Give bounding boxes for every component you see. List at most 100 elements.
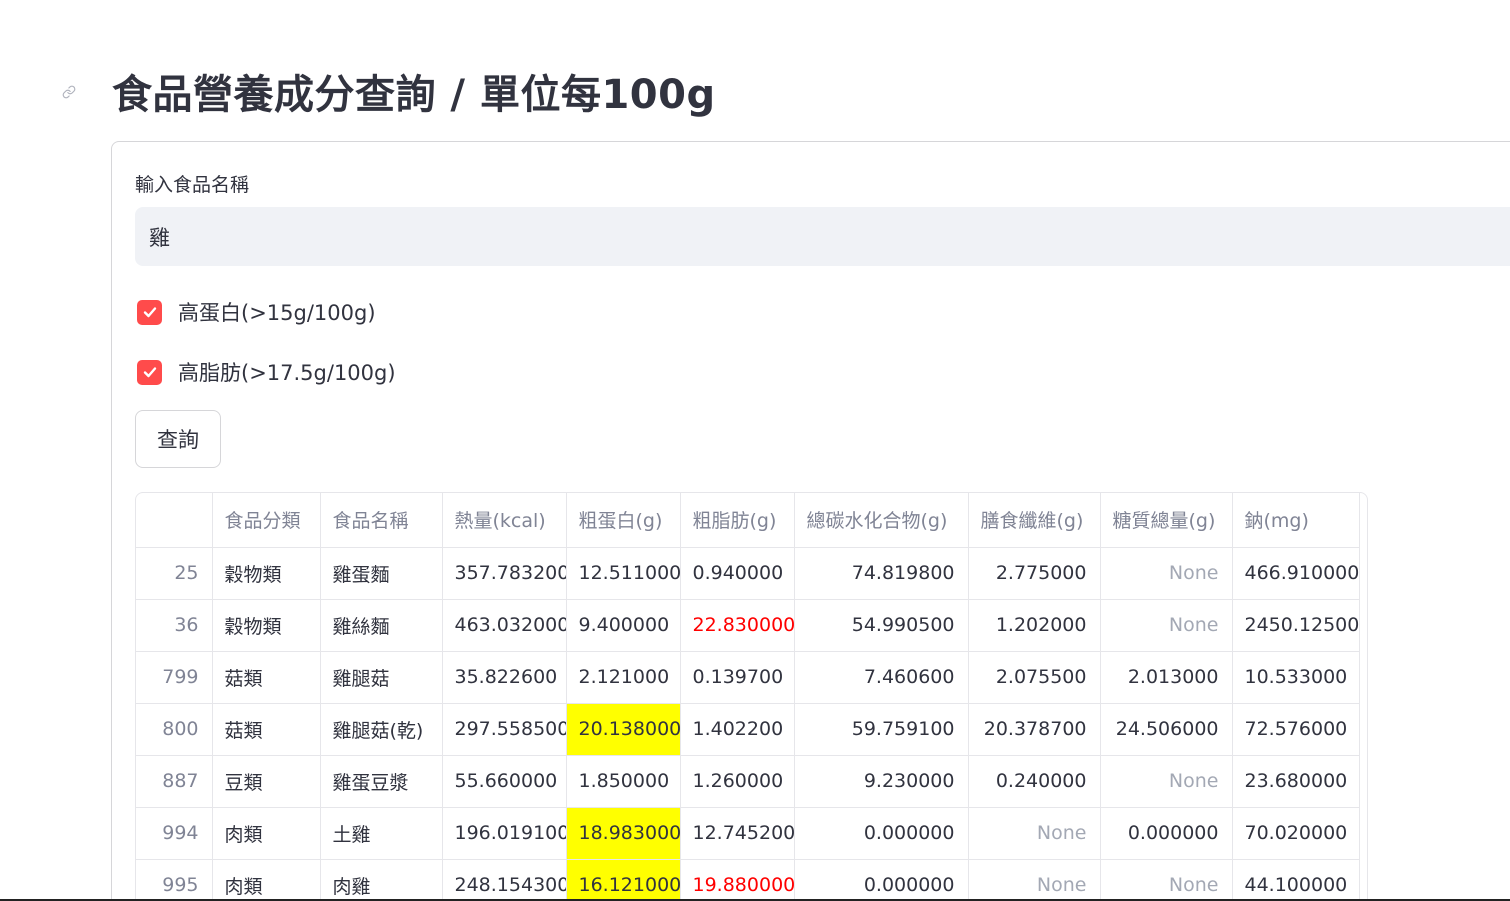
cell-fat[interactable]: 0.139700 <box>680 651 795 704</box>
high-fat-checkbox[interactable]: 高脂肪(>17.5g/100g) <box>137 357 396 387</box>
table-row: 799 菇類 雞腿菇 35.822600 2.121000 0.139700 7… <box>136 651 1360 704</box>
cell-category[interactable]: 菇類 <box>212 703 321 756</box>
cell-fat[interactable]: 22.830000 <box>680 599 795 652</box>
cell-fat[interactable]: 1.260000 <box>680 755 795 808</box>
table-row: 994 肉類 土雞 196.019100 18.983000 12.745200… <box>136 807 1360 860</box>
column-header-kcal[interactable]: 熱量(kcal) <box>442 493 567 548</box>
cell-category[interactable]: 豆類 <box>212 755 321 808</box>
cell-sugar[interactable]: None <box>1100 599 1233 652</box>
cell-carb[interactable]: 0.000000 <box>794 859 969 901</box>
cell-fiber[interactable]: 20.378700 <box>968 703 1101 756</box>
row-index: 36 <box>136 599 213 652</box>
food-name-label: 輸入食品名稱 <box>135 174 250 196</box>
cell-protein[interactable]: 1.850000 <box>566 755 681 808</box>
cell-category[interactable]: 穀物類 <box>212 599 321 652</box>
cell-name[interactable]: 雞絲麵 <box>320 599 443 652</box>
column-header-fiber[interactable]: 膳食纖維(g) <box>968 493 1101 548</box>
row-index: 799 <box>136 651 213 704</box>
checkbox-checked-icon[interactable] <box>137 299 162 325</box>
column-header-category[interactable]: 食品分類 <box>212 493 321 548</box>
food-name-input[interactable]: 雞 <box>135 207 1510 266</box>
cell-fat[interactable]: 0.940000 <box>680 547 795 600</box>
cell-carb[interactable]: 74.819800 <box>794 547 969 600</box>
cell-protein[interactable]: 12.511000 <box>566 547 681 600</box>
cell-kcal[interactable]: 248.154300 <box>442 859 567 901</box>
table-row: 800 菇類 雞腿菇(乾) 297.558500 20.138000 1.402… <box>136 703 1360 756</box>
query-button[interactable]: 查詢 <box>135 410 221 468</box>
cell-carb[interactable]: 0.000000 <box>794 807 969 860</box>
cell-sodium[interactable]: 44.100000 <box>1232 859 1360 901</box>
cell-kcal[interactable]: 55.660000 <box>442 755 567 808</box>
cell-category[interactable]: 菇類 <box>212 651 321 704</box>
cell-fiber[interactable]: 2.075500 <box>968 651 1101 704</box>
app-page: 食品營養成分查詢 / 單位每100g 輸入食品名稱 雞 高蛋白(>15g/100… <box>0 0 1510 901</box>
cell-sugar[interactable]: 0.000000 <box>1100 807 1233 860</box>
cell-fiber[interactable]: None <box>968 807 1101 860</box>
column-header-carb[interactable]: 總碳水化合物(g) <box>794 493 969 548</box>
cell-name[interactable]: 肉雞 <box>320 859 443 901</box>
table-row: 995 肉類 肉雞 248.154300 16.121000 19.880000… <box>136 859 1360 901</box>
cell-sodium[interactable]: 10.533000 <box>1232 651 1360 704</box>
cell-kcal[interactable]: 297.558500 <box>442 703 567 756</box>
column-header-sodium[interactable]: 鈉(mg) <box>1232 493 1360 548</box>
cell-fiber[interactable]: 0.240000 <box>968 755 1101 808</box>
page-title: 食品營養成分查詢 / 單位每100g <box>112 72 716 118</box>
cell-fat[interactable]: 12.745200 <box>680 807 795 860</box>
food-name-input-value: 雞 <box>149 225 170 250</box>
cell-name[interactable]: 雞腿菇(乾) <box>320 703 443 756</box>
column-header-name[interactable]: 食品名稱 <box>320 493 443 548</box>
table-row: 36 穀物類 雞絲麵 463.032000 9.400000 22.830000… <box>136 599 1360 652</box>
cell-sugar[interactable]: None <box>1100 547 1233 600</box>
cell-kcal[interactable]: 196.019100 <box>442 807 567 860</box>
column-header-index[interactable] <box>136 493 213 548</box>
link-anchor-icon[interactable] <box>62 84 76 99</box>
row-index: 25 <box>136 547 213 600</box>
cell-sodium[interactable]: 23.680000 <box>1232 755 1360 808</box>
cell-protein[interactable]: 20.138000 <box>566 703 681 756</box>
cell-category[interactable]: 穀物類 <box>212 547 321 600</box>
cell-category[interactable]: 肉類 <box>212 859 321 901</box>
cell-sugar[interactable]: None <box>1100 859 1233 901</box>
cell-protein[interactable]: 16.121000 <box>566 859 681 901</box>
cell-protein[interactable]: 2.121000 <box>566 651 681 704</box>
high-protein-label: 高蛋白(>15g/100g) <box>178 301 376 325</box>
cell-fat[interactable]: 19.880000 <box>680 859 795 901</box>
row-index: 995 <box>136 859 213 901</box>
cell-protein[interactable]: 18.983000 <box>566 807 681 860</box>
table-row: 887 豆類 雞蛋豆漿 55.660000 1.850000 1.260000 … <box>136 755 1360 808</box>
cell-category[interactable]: 肉類 <box>212 807 321 860</box>
cell-name[interactable]: 雞蛋豆漿 <box>320 755 443 808</box>
cell-fiber[interactable]: None <box>968 859 1101 901</box>
row-index: 800 <box>136 703 213 756</box>
cell-sodium[interactable]: 2450.125000 <box>1232 599 1360 652</box>
column-header-sugar[interactable]: 糖質總量(g) <box>1100 493 1233 548</box>
cell-fiber[interactable]: 1.202000 <box>968 599 1101 652</box>
cell-kcal[interactable]: 357.783200 <box>442 547 567 600</box>
column-header-protein[interactable]: 粗蛋白(g) <box>566 493 681 548</box>
high-fat-label: 高脂肪(>17.5g/100g) <box>178 361 396 385</box>
cell-carb[interactable]: 9.230000 <box>794 755 969 808</box>
table-row: 25 穀物類 雞蛋麵 357.783200 12.511000 0.940000… <box>136 547 1360 600</box>
checkbox-checked-icon[interactable] <box>137 359 162 385</box>
cell-kcal[interactable]: 463.032000 <box>442 599 567 652</box>
cell-sugar[interactable]: None <box>1100 755 1233 808</box>
cell-name[interactable]: 土雞 <box>320 807 443 860</box>
high-protein-checkbox[interactable]: 高蛋白(>15g/100g) <box>137 297 376 327</box>
cell-carb[interactable]: 7.460600 <box>794 651 969 704</box>
results-table[interactable]: 食品分類 食品名稱 熱量(kcal) 粗蛋白(g) 粗脂肪(g) 總碳水化合物(… <box>135 492 1368 901</box>
cell-sodium[interactable]: 70.020000 <box>1232 807 1360 860</box>
cell-fiber[interactable]: 2.775000 <box>968 547 1101 600</box>
cell-kcal[interactable]: 35.822600 <box>442 651 567 704</box>
cell-carb[interactable]: 54.990500 <box>794 599 969 652</box>
cell-sodium[interactable]: 466.910000 <box>1232 547 1360 600</box>
cell-name[interactable]: 雞腿菇 <box>320 651 443 704</box>
cell-carb[interactable]: 59.759100 <box>794 703 969 756</box>
column-header-fat[interactable]: 粗脂肪(g) <box>680 493 795 548</box>
cell-sodium[interactable]: 72.576000 <box>1232 703 1360 756</box>
cell-fat[interactable]: 1.402200 <box>680 703 795 756</box>
cell-sugar[interactable]: 24.506000 <box>1100 703 1233 756</box>
cell-name[interactable]: 雞蛋麵 <box>320 547 443 600</box>
cell-sugar[interactable]: 2.013000 <box>1100 651 1233 704</box>
cell-protein[interactable]: 9.400000 <box>566 599 681 652</box>
table-header-row: 食品分類 食品名稱 熱量(kcal) 粗蛋白(g) 粗脂肪(g) 總碳水化合物(… <box>136 493 1360 548</box>
